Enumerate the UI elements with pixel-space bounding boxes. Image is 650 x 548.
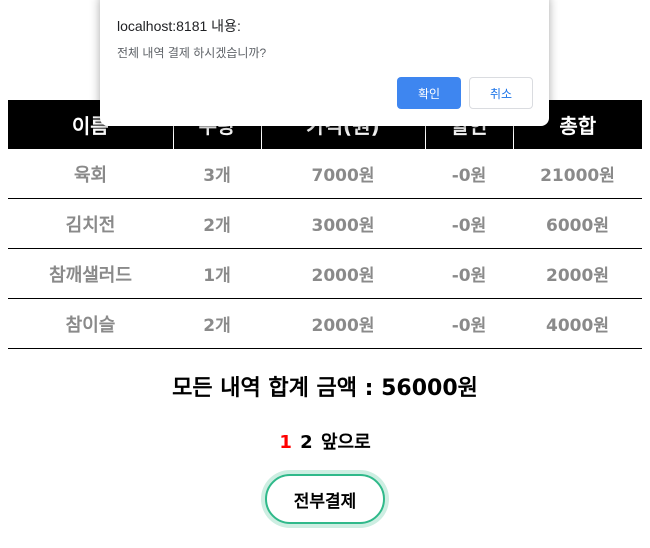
pagination: 1 2 앞으로 (0, 428, 650, 454)
page-link-1[interactable]: 1 (279, 432, 292, 453)
cell-name: 참깨샐러드 (8, 248, 173, 299)
cell-price: 3000원 (261, 198, 425, 249)
cell-quantity: 3개 (173, 149, 261, 199)
dialog-message: 전체 내역 결제 하시겠습니까? (117, 46, 267, 60)
next-page-link[interactable]: 앞으로 (321, 432, 371, 453)
cell-total: 4000원 (513, 298, 642, 349)
table-row: 김치전 2개 3000원 -0원 6000원 (8, 198, 642, 249)
cell-name: 참이슬 (8, 298, 173, 349)
page-link-2[interactable]: 2 (300, 432, 313, 453)
table-row: 육회 3개 7000원 -0원 21000원 (8, 149, 642, 199)
pay-all-button[interactable]: 전부결제 (265, 474, 385, 524)
cell-total: 2000원 (513, 248, 642, 299)
confirm-ok-button[interactable]: 확인 (397, 77, 461, 109)
cell-price: 2000원 (261, 298, 425, 349)
cell-discount: -0원 (425, 198, 513, 249)
table-row: 참깨샐러드 1개 2000원 -0원 2000원 (8, 248, 642, 299)
dialog-title: localhost:8181 내용: (117, 18, 241, 34)
order-table: 이름 수량 가격(원) 할인 총합 육회 3개 7000원 -0원 21000원… (8, 100, 642, 349)
cell-price: 7000원 (261, 149, 425, 199)
cell-quantity: 1개 (173, 248, 261, 299)
cell-discount: -0원 (425, 298, 513, 349)
cell-quantity: 2개 (173, 198, 261, 249)
cell-total: 6000원 (513, 198, 642, 249)
grand-total-text: 모든 내역 합계 금액 : 56000원 (172, 376, 478, 401)
cell-name: 육회 (8, 149, 173, 199)
cell-quantity: 2개 (173, 298, 261, 349)
confirm-cancel-button[interactable]: 취소 (469, 77, 533, 109)
table-row: 참이슬 2개 2000원 -0원 4000원 (8, 298, 642, 349)
cell-discount: -0원 (425, 248, 513, 299)
cell-total: 21000원 (513, 149, 642, 199)
cell-price: 2000원 (261, 248, 425, 299)
confirm-dialog: localhost:8181 내용: 전체 내역 결제 하시겠습니까? 확인 취… (100, 0, 549, 126)
cell-discount: -0원 (425, 149, 513, 199)
cell-name: 김치전 (8, 198, 173, 249)
